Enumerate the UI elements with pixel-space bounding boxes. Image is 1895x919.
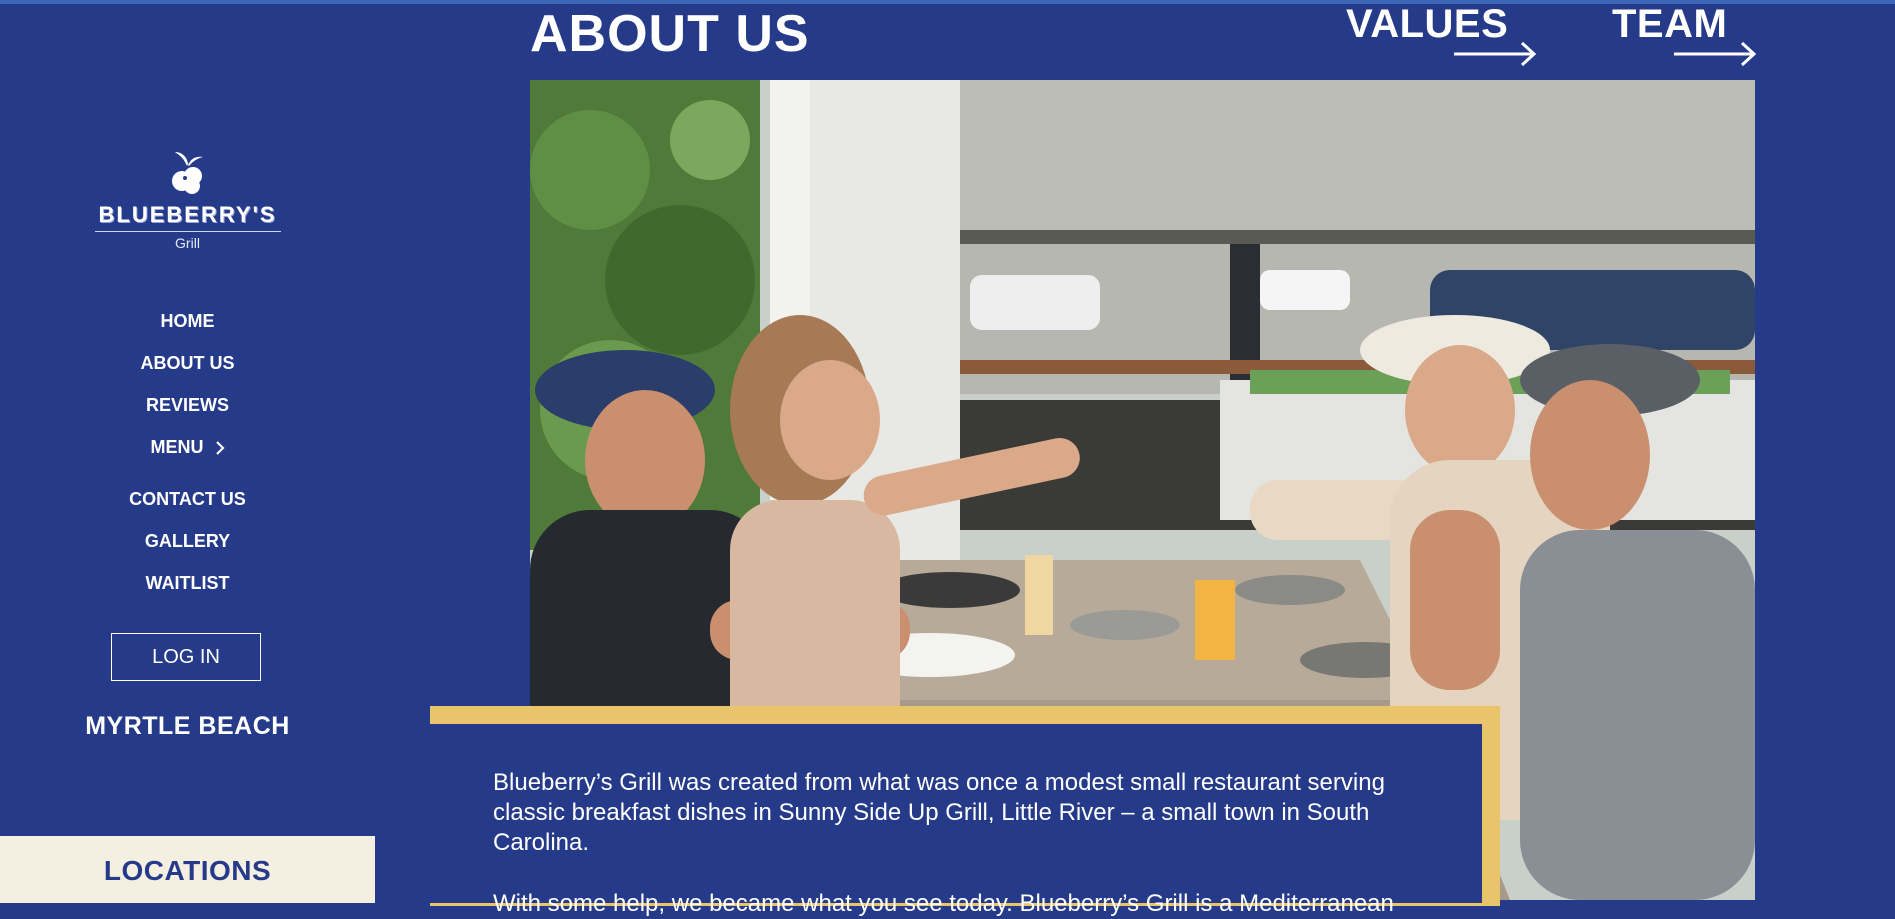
blueberry-logo-icon	[171, 152, 203, 194]
brand-logo[interactable]: BLUEBERRY'S Grill	[90, 148, 285, 251]
arrow-right-icon	[1674, 41, 1757, 67]
chevron-right-icon	[215, 441, 225, 456]
main-nav: HOME ABOUT US REVIEWS MENU CONTACT US GA…	[0, 308, 375, 612]
arrow-right-icon	[1454, 41, 1537, 67]
nav-menu-label: MENU	[150, 437, 204, 457]
nav-contact-us[interactable]: CONTACT US	[0, 486, 375, 528]
about-paragraph-1: Blueberry’s Grill was created from what …	[493, 769, 1385, 856]
locations-label: LOCATIONS	[103, 855, 272, 886]
nav-menu[interactable]: MENU	[0, 434, 375, 486]
nav-reviews[interactable]: REVIEWS	[0, 392, 375, 434]
nav-home[interactable]: HOME	[0, 308, 375, 350]
values-link[interactable]: VALUES	[1346, 2, 1537, 68]
about-paragraph-2: With some help, we became what you see t…	[493, 890, 1394, 917]
sidebar: BLUEBERRY'S Grill HOME ABOUT US REVIEWS …	[0, 0, 375, 903]
nav-about-us[interactable]: ABOUT US	[0, 350, 375, 392]
brand-name: BLUEBERRY'S	[98, 202, 277, 227]
brand-subtitle: Grill	[175, 235, 200, 251]
team-link[interactable]: TEAM	[1612, 2, 1762, 68]
location-name: MYRTLE BEACH	[85, 712, 290, 740]
nav-waitlist[interactable]: WAITLIST	[0, 570, 375, 612]
page-title: ABOUT US	[530, 5, 810, 63]
brand-divider	[94, 231, 281, 232]
nav-gallery[interactable]: GALLERY	[0, 528, 375, 570]
locations-button[interactable]: LOCATIONS	[0, 836, 375, 903]
login-button[interactable]: LOG IN	[111, 633, 261, 681]
